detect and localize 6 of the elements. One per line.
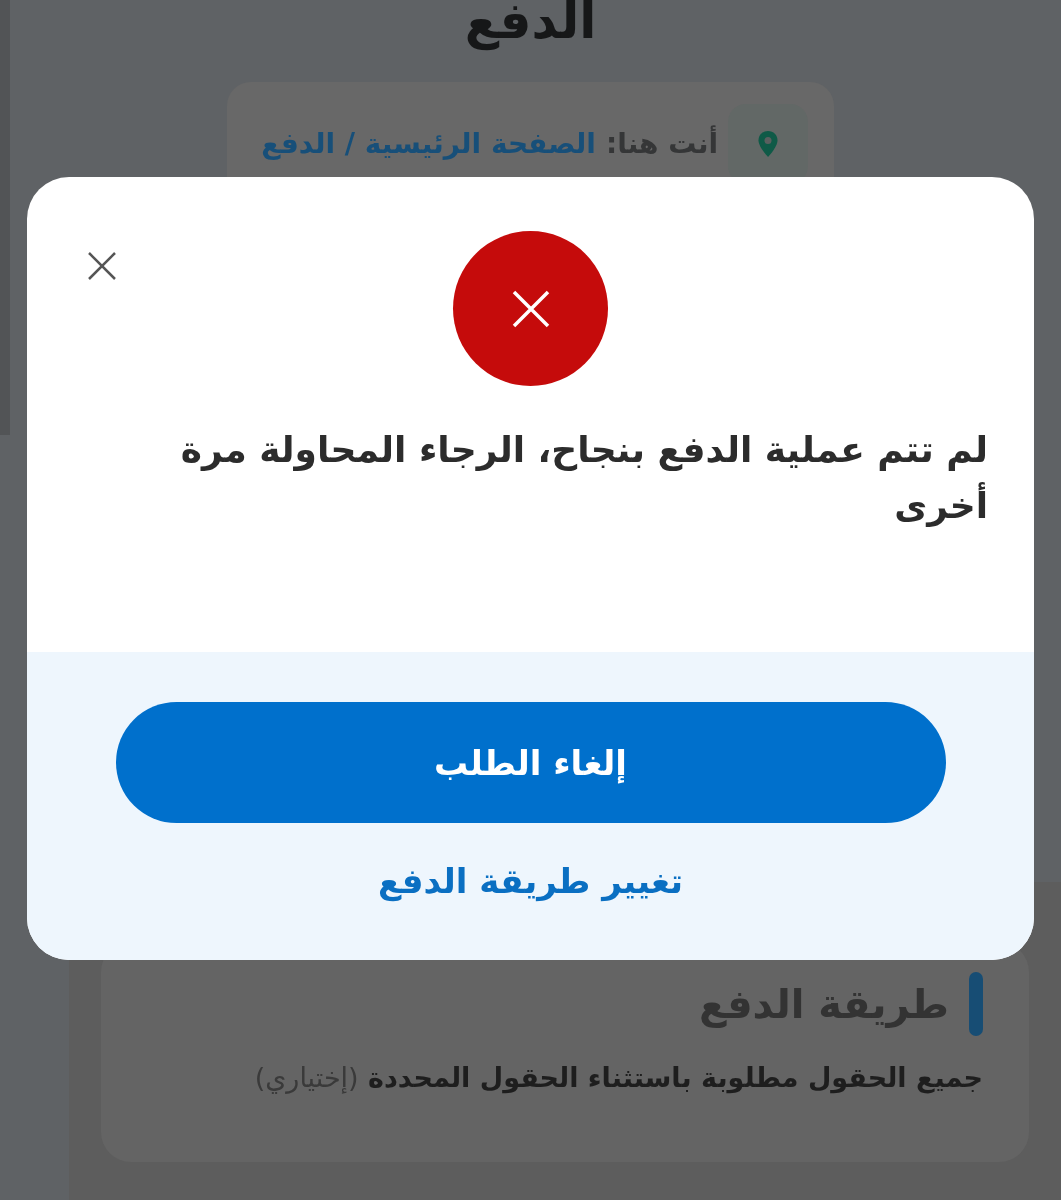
required-fields-note: جميع الحقول مطلوبة باستثناء الحقول المحددة bbox=[368, 1062, 983, 1093]
cancel-order-button[interactable]: إلغاء الطلب bbox=[115, 702, 946, 823]
page-title: الدفع bbox=[464, 0, 597, 53]
error-message: لم تتم عملية الدفع بنجاح، الرجاء المحاولة مرة أخرى bbox=[179, 428, 988, 529]
heading-accent-bar bbox=[969, 972, 983, 1036]
change-payment-link[interactable]: تغيير طريقة الدفع bbox=[377, 861, 684, 901]
